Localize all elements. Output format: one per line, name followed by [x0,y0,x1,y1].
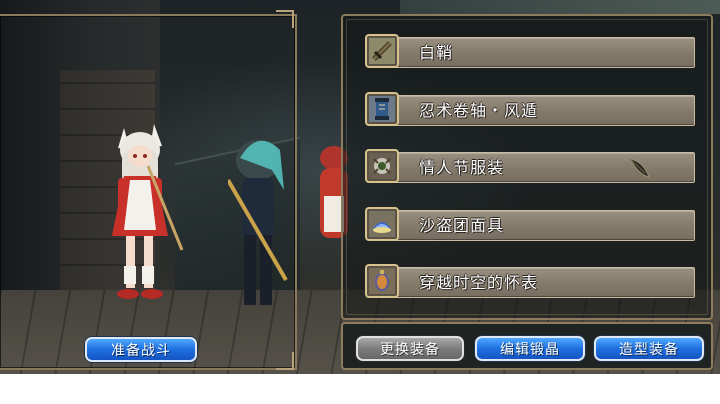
scroll-icon [365,91,399,126]
mouse-cursor-icon [629,158,650,178]
scene-sky [400,0,720,14]
equipment-item-label: 穿越时空的怀表 [419,273,539,292]
costume-icon [365,149,399,183]
styling-equipment-button[interactable]: 造型装备 [594,336,704,361]
mask-icon [365,206,399,241]
frame-corner-ornament [276,352,294,370]
equipment-slot-accessory[interactable]: 穿越时空的怀表 [365,264,697,301]
equipment-slot-head[interactable]: 沙盗团面具 [365,206,697,244]
equipment-panel: 白鞘 忍术卷轴・风遁 情人节服装 沙盗团面具 穿越时空的怀表 [341,14,713,320]
frame-corner-ornament [276,10,294,28]
equipment-item-label: 白鞘 [419,43,454,62]
pocket-watch-icon [365,264,399,298]
sword-icon [365,34,399,68]
equipment-slot-weapon[interactable]: 白鞘 [365,34,697,71]
change-equipment-button[interactable]: 更换装备 [356,336,464,361]
equipment-item-label: 沙盗团面具 [419,215,505,235]
equipment-slot-secondary[interactable]: 忍术卷轴・风遁 [365,91,697,129]
prepare-battle-button[interactable]: 准备战斗 [85,337,197,362]
equipment-item-label: 忍术卷轴・风遁 [419,100,539,120]
edit-forging-crystal-button[interactable]: 编辑锻晶 [475,336,585,361]
equipment-item-label: 情人节服装 [419,158,505,177]
character-preview-frame [0,14,297,370]
